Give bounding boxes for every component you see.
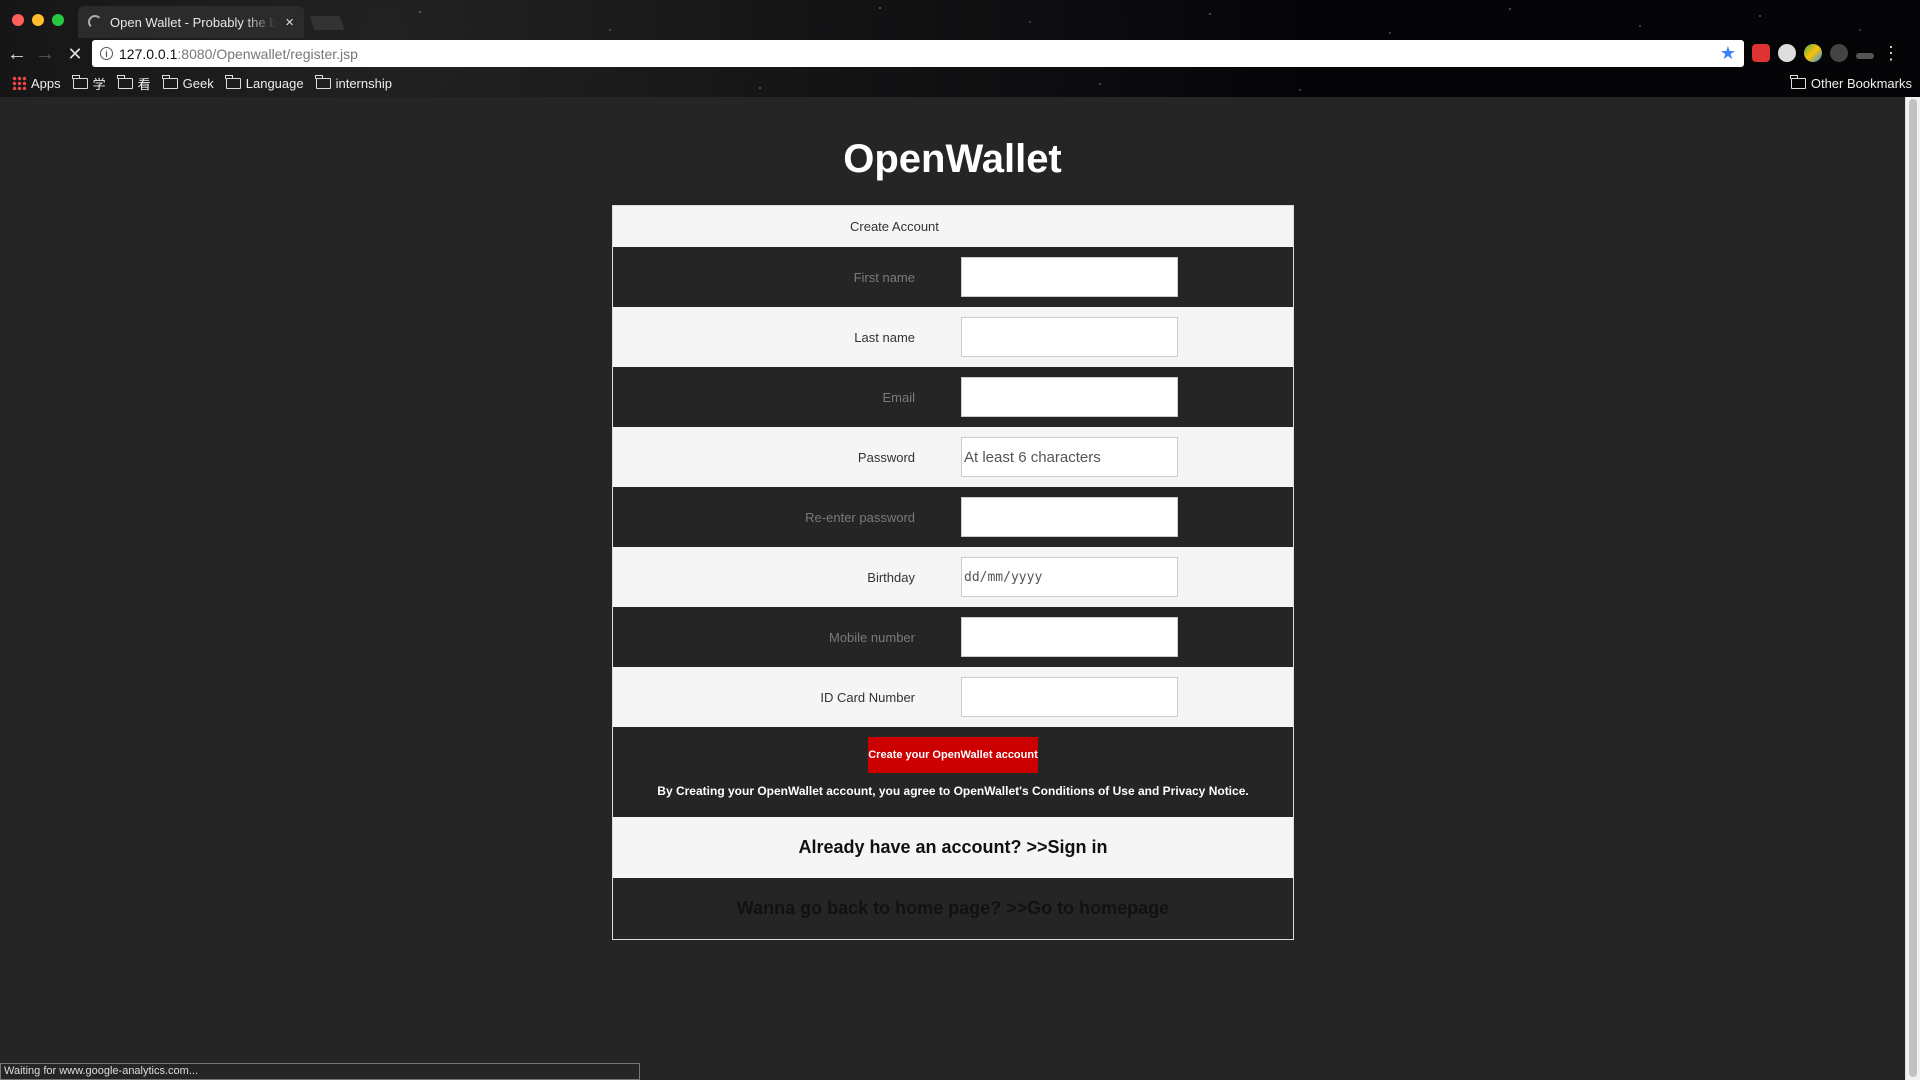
new-tab-button[interactable] (309, 16, 345, 30)
mobile-number-field[interactable] (961, 617, 1178, 657)
email-field[interactable] (961, 377, 1178, 417)
page-scrollbar[interactable] (1905, 97, 1920, 1080)
address-bar[interactable]: i 127.0.0.1 :8080/Openwallet/register.js… (92, 40, 1744, 67)
password-field[interactable] (961, 437, 1178, 477)
signin-link[interactable]: Already have an account? >>Sign in (613, 817, 1293, 878)
form-row-reenter-password: Re-enter password (613, 487, 1293, 547)
folder-icon (72, 74, 88, 89)
form-row-birthday: Birthday (613, 547, 1293, 607)
form-row-id-card: ID Card Number (613, 667, 1293, 727)
bookmark-label: 看 (137, 76, 151, 92)
id-card-number-field[interactable] (961, 677, 1178, 717)
status-bar: Waiting for www.google-analytics.com... (0, 1063, 640, 1080)
bookmark-label: Geek (182, 75, 214, 91)
extensions-area: ⋮ (1752, 44, 1900, 62)
reenter-password-field[interactable] (961, 497, 1178, 537)
close-window-button[interactable] (12, 14, 24, 26)
extension-chat-icon[interactable] (1778, 44, 1796, 62)
bookmark-folder[interactable]: 学 (72, 74, 106, 93)
stop-loading-icon[interactable]: ✕ (64, 44, 86, 65)
forward-arrow-icon[interactable]: → (34, 43, 56, 66)
terms-notice: By Creating your OpenWallet account, you… (657, 784, 1249, 798)
folder-icon (225, 74, 241, 89)
form-row-last-name: Last name (613, 307, 1293, 367)
field-label: Re-enter password (805, 509, 915, 525)
back-arrow-icon[interactable]: ← (6, 43, 28, 66)
form-title: Create Account (613, 206, 1293, 247)
bookmark-label: internship (335, 75, 392, 91)
bookmark-folder[interactable]: Geek (162, 74, 214, 91)
site-logo: OpenWallet (843, 137, 1062, 181)
form-row-password: Password (613, 427, 1293, 487)
form-row-first-name: First name (613, 247, 1293, 307)
bookmark-folder[interactable]: internship (315, 74, 392, 91)
apps-grid-icon (12, 76, 26, 90)
bookmark-label: Apps (31, 75, 61, 91)
other-bookmarks[interactable]: Other Bookmarks (1790, 71, 1912, 95)
scrollbar-thumb[interactable] (1909, 99, 1917, 1077)
submit-area: Create your OpenWallet account By Creati… (613, 727, 1293, 817)
first-name-field[interactable] (961, 257, 1178, 297)
browser-toolbar: ← → ✕ i 127.0.0.1 :8080/Openwallet/regis… (0, 38, 1920, 70)
tab-active[interactable]: Open Wallet - Probably the best × (78, 6, 304, 38)
bookmark-star-icon[interactable]: ★ (1720, 43, 1736, 64)
field-label: ID Card Number (820, 689, 915, 705)
maximize-window-button[interactable] (52, 14, 64, 26)
browser-menu-icon[interactable]: ⋮ (1882, 44, 1900, 62)
register-form: Create Account First name Last name Emai… (612, 205, 1294, 940)
info-icon[interactable]: i (100, 47, 113, 60)
birthday-field[interactable] (961, 557, 1178, 597)
field-label: Birthday (867, 569, 915, 585)
folder-icon (117, 74, 133, 89)
url-path: :8080/Openwallet/register.jsp (177, 45, 358, 62)
field-label: Last name (854, 329, 915, 345)
extension-gray-icon[interactable] (1830, 44, 1848, 62)
extension-red-icon[interactable] (1752, 44, 1770, 62)
url-host: 127.0.0.1 (119, 45, 178, 62)
bookmark-folder[interactable]: 看 (117, 74, 151, 93)
page-viewport: OpenWallet Create Account First name Las… (0, 97, 1905, 1080)
homepage-link[interactable]: Wanna go back to home page? >>Go to home… (613, 878, 1293, 939)
close-tab-icon[interactable]: × (285, 14, 294, 31)
tab-title: Open Wallet - Probably the best (110, 14, 278, 30)
folder-icon (315, 74, 331, 89)
extension-color-icon[interactable] (1804, 44, 1822, 62)
field-label: Email (882, 389, 915, 405)
form-row-mobile: Mobile number (613, 607, 1293, 667)
bookmark-label: Language (245, 75, 304, 91)
field-label: Mobile number (829, 629, 915, 645)
bookmark-folder[interactable]: Language (225, 74, 304, 91)
browser-chrome: Open Wallet - Probably the best × ← → ✕ … (0, 0, 1920, 97)
bookmarks-bar: Apps 学 看 Geek Language internship Other … (0, 71, 1920, 95)
create-account-button[interactable]: Create your OpenWallet account (868, 737, 1038, 773)
field-label: Password (857, 449, 915, 465)
field-label: First name (853, 269, 915, 285)
bookmark-apps[interactable]: Apps (12, 76, 61, 91)
extension-bar-icon[interactable] (1856, 53, 1874, 59)
loading-spinner-icon (88, 15, 102, 29)
form-row-email: Email (613, 367, 1293, 427)
last-name-field[interactable] (961, 317, 1178, 357)
folder-icon (162, 74, 178, 89)
folder-icon (1790, 74, 1806, 89)
minimize-window-button[interactable] (32, 14, 44, 26)
other-bookmarks-label: Other Bookmarks (1810, 75, 1912, 91)
bookmark-label: 学 (92, 76, 106, 92)
